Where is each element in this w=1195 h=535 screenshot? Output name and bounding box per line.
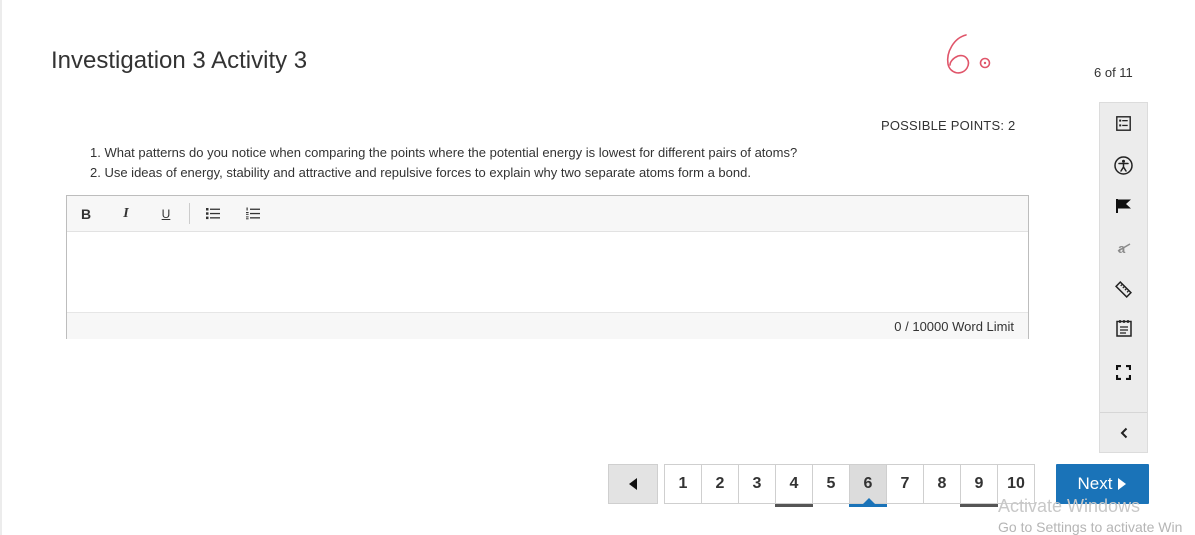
page-button[interactable]: 9 xyxy=(960,464,998,507)
question-list-icon xyxy=(1116,115,1131,131)
question-list-button[interactable] xyxy=(1100,108,1147,138)
caret-left-icon xyxy=(628,478,637,490)
page-button[interactable]: 2 xyxy=(701,464,739,504)
collapse-sidebar-button[interactable] xyxy=(1100,412,1147,453)
page-button[interactable]: 8 xyxy=(923,464,961,504)
page-button[interactable]: 3 xyxy=(738,464,776,504)
answer-editor: B I U 0 / 10000 Word Limit xyxy=(66,195,1029,339)
answered-indicator xyxy=(960,504,998,507)
italic-button[interactable]: I xyxy=(113,196,139,231)
question-pagination: 1 2 3 4 5 6 7 8 9 10 xyxy=(664,464,1035,507)
strikethrough-button: a xyxy=(1100,233,1147,263)
accessibility-button[interactable] xyxy=(1100,150,1147,180)
page-button-current[interactable]: 6 xyxy=(849,464,887,507)
fullscreen-button[interactable] xyxy=(1100,357,1147,387)
caret-right-icon xyxy=(1118,478,1127,490)
bulleted-list-button[interactable] xyxy=(200,196,226,231)
page-button[interactable]: 1 xyxy=(664,464,702,504)
accessibility-icon xyxy=(1114,155,1133,175)
answer-text-area[interactable] xyxy=(67,232,1028,312)
activate-windows-watermark: Activate Windows xyxy=(998,496,1141,516)
bold-button[interactable]: B xyxy=(73,196,99,231)
numbered-list-icon xyxy=(246,207,260,220)
possible-points: POSSIBLE POINTS: 2 xyxy=(881,118,1016,133)
strikethrough-icon: a xyxy=(1117,241,1130,256)
ruler-icon xyxy=(1115,280,1132,298)
ruler-button[interactable] xyxy=(1100,274,1147,304)
underline-button[interactable]: U xyxy=(153,196,179,231)
question-item: 1. What patterns do you notice when comp… xyxy=(90,145,798,160)
fullscreen-icon xyxy=(1116,364,1131,380)
page-button[interactable]: 7 xyxy=(886,464,924,504)
page-button[interactable]: 5 xyxy=(812,464,850,504)
previous-button[interactable] xyxy=(608,464,658,504)
tools-sidebar: a xyxy=(1099,102,1148,453)
word-limit-counter: 0 / 10000 Word Limit xyxy=(894,319,1014,334)
notepad-icon xyxy=(1115,320,1132,337)
toolbar-divider xyxy=(189,203,190,224)
flag-button[interactable] xyxy=(1100,191,1147,221)
numbered-list-button[interactable] xyxy=(240,196,266,231)
chevron-left-icon xyxy=(1120,427,1127,439)
bulleted-list-icon xyxy=(206,208,220,220)
left-border xyxy=(0,0,2,535)
page-button[interactable]: 4 xyxy=(775,464,813,507)
question-prompt: 1. What patterns do you notice when comp… xyxy=(90,143,797,183)
next-button-label: Next xyxy=(1077,474,1113,493)
editor-footer: 0 / 10000 Word Limit xyxy=(67,312,1028,339)
editor-toolbar: B I U xyxy=(67,196,1028,232)
activate-windows-hint: Go to Settings to activate Win xyxy=(998,519,1183,535)
question-progress: 6 of 11 xyxy=(1094,65,1133,80)
answered-indicator xyxy=(775,504,813,507)
question-item: 2. Use ideas of energy, stability and at… xyxy=(90,165,751,180)
flag-icon xyxy=(1115,199,1131,213)
page-title: Investigation 3 Activity 3 xyxy=(51,47,308,74)
current-caret-icon xyxy=(863,498,875,504)
handwritten-annotation xyxy=(946,34,991,74)
current-indicator xyxy=(849,504,887,507)
notepad-button[interactable] xyxy=(1100,313,1147,343)
